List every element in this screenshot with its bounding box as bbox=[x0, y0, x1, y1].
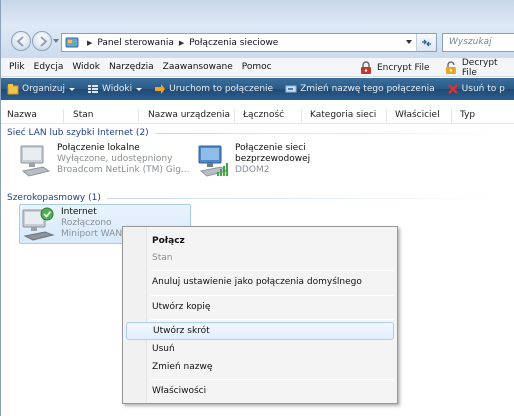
rename-connection-label: Zmień nazwę tego połączenia bbox=[300, 84, 435, 94]
connection-device: DDOM2 bbox=[235, 165, 270, 175]
views-icon bbox=[88, 85, 98, 93]
connection-device: Broadcom NetLink (TM) Gig... bbox=[57, 165, 190, 175]
column-divider[interactable] bbox=[63, 109, 64, 123]
connection-name-line2: bezprzewodowej bbox=[235, 154, 311, 164]
connection-status: Wyłączone, udostępniony bbox=[57, 154, 173, 164]
column-header-connectivity[interactable]: Łączność bbox=[243, 110, 284, 120]
menu-item-rename[interactable]: Zmień nazwę bbox=[126, 358, 394, 376]
menu-item-status[interactable]: Stan bbox=[126, 249, 394, 267]
menu-item-create-copy[interactable]: Utwórz kopię bbox=[126, 298, 394, 316]
start-connection-label: Uruchom to połączenie bbox=[169, 84, 274, 94]
encrypt-file-button[interactable]: Encrypt File bbox=[359, 58, 430, 77]
views-label: Widoki bbox=[102, 84, 133, 94]
menu-item-delete[interactable]: Usuń bbox=[126, 340, 394, 358]
menu-bar: Plik Edycja Widok Narzędzia Zaawansowane… bbox=[1, 57, 514, 78]
column-divider[interactable] bbox=[301, 109, 302, 123]
chevron-down-icon bbox=[136, 87, 143, 91]
lock-icon bbox=[361, 60, 371, 74]
connection-name-line1: Połączenie sieci bbox=[235, 143, 306, 153]
column-headers: Nazwa Stan Nazwa urządzenia Łączność Kat… bbox=[1, 108, 514, 124]
refresh-button[interactable] bbox=[416, 34, 436, 51]
delete-connection-button[interactable]: Usuń to p bbox=[447, 83, 505, 95]
column-header-device-name[interactable]: Nazwa urządzenia bbox=[148, 110, 230, 120]
decrypt-file-button[interactable]: Decrypt File bbox=[444, 57, 514, 78]
menu-tools[interactable]: Narzędzia bbox=[109, 62, 154, 72]
rename-connection-button[interactable]: Zmień nazwę tego połączenia bbox=[285, 83, 435, 95]
refresh-icon bbox=[422, 39, 431, 46]
breadcrumb-control-panel[interactable]: Panel sterowania bbox=[97, 38, 174, 48]
group-title: Sieć LAN lub szybki Internet (2) bbox=[7, 128, 149, 138]
wireless-adapter-icon bbox=[195, 143, 231, 179]
column-divider[interactable] bbox=[386, 109, 387, 123]
network-adapter-icon bbox=[17, 143, 53, 179]
address-bar-area: ▶ Panel sterowania ▶ Połączenia sieciowe… bbox=[1, 0, 514, 58]
breadcrumb-network-connections[interactable]: Połączenia sieciowe bbox=[189, 38, 278, 48]
group-divider bbox=[154, 132, 507, 134]
menu-separator bbox=[151, 295, 394, 296]
forward-arrow-icon bbox=[40, 36, 48, 47]
menu-item-properties[interactable]: Właściwości bbox=[126, 382, 394, 400]
views-button[interactable]: Widoki bbox=[87, 83, 143, 95]
start-connection-button[interactable]: Uruchom to połączenie bbox=[154, 83, 273, 95]
connection-status: Rozłączono bbox=[61, 218, 112, 228]
column-header-type[interactable]: Typ bbox=[460, 110, 475, 120]
organize-label: Organizuj bbox=[22, 84, 65, 94]
menu-advanced[interactable]: Zaawansowane bbox=[163, 62, 233, 72]
menu-view[interactable]: Widok bbox=[72, 62, 100, 72]
explorer-window: ▶ Panel sterowania ▶ Połączenia sieciowe… bbox=[0, 0, 514, 416]
group-divider bbox=[106, 197, 507, 199]
broadband-connection-icon bbox=[21, 206, 57, 242]
connection-item-local[interactable]: Połączenie lokalne Wyłączone, udostępnio… bbox=[17, 143, 190, 179]
group-header-broadband[interactable]: Szerokopasmowy (1) bbox=[7, 193, 507, 203]
unlock-icon bbox=[445, 60, 456, 74]
organize-button[interactable]: Organizuj bbox=[7, 83, 75, 95]
back-button[interactable] bbox=[11, 31, 31, 51]
search-input[interactable]: Wyszukaj bbox=[442, 33, 514, 52]
connection-item-wireless[interactable]: Połączenie sieci bezprzewodowej DDOM2 bbox=[195, 143, 310, 179]
back-arrow-icon bbox=[16, 36, 24, 47]
recent-pages-dropdown[interactable] bbox=[53, 39, 59, 43]
menu-item-create-shortcut[interactable]: Utwórz skrót bbox=[126, 322, 394, 340]
connection-name: Połączenie lokalne bbox=[57, 143, 140, 153]
column-divider[interactable] bbox=[234, 109, 235, 123]
encrypt-file-label: Encrypt File bbox=[377, 62, 430, 73]
menu-separator bbox=[151, 270, 394, 271]
arrow-right-icon bbox=[155, 84, 166, 94]
column-header-network-category[interactable]: Kategoria sieci bbox=[310, 110, 376, 120]
chevron-down-icon bbox=[69, 87, 75, 91]
column-divider[interactable] bbox=[138, 109, 139, 123]
forward-button[interactable] bbox=[32, 31, 52, 51]
breadcrumb-separator-icon[interactable]: ▶ bbox=[179, 39, 184, 47]
delete-connection-label: Usuń to p bbox=[461, 84, 505, 94]
menu-help[interactable]: Pomoc bbox=[242, 62, 272, 72]
group-title: Szerokopasmowy (1) bbox=[7, 193, 101, 203]
menu-item-connect[interactable]: Połącz bbox=[126, 232, 394, 250]
address-dropdown-icon[interactable] bbox=[406, 40, 412, 44]
menu-separator bbox=[151, 319, 394, 320]
address-field[interactable]: ▶ Panel sterowania ▶ Połączenia sieciowe bbox=[61, 33, 437, 52]
breadcrumb-separator-icon[interactable]: ▶ bbox=[87, 39, 92, 47]
column-header-name[interactable]: Nazwa bbox=[7, 110, 37, 120]
column-header-status[interactable]: Stan bbox=[73, 110, 93, 120]
context-menu: Połącz Stan Anuluj ustawienie jako połąc… bbox=[122, 226, 398, 404]
column-header-owner[interactable]: Właściciel bbox=[395, 110, 440, 120]
connection-device: Miniport WAN bbox=[61, 229, 123, 239]
organize-icon bbox=[7, 84, 19, 95]
menu-edit[interactable]: Edycja bbox=[34, 62, 64, 72]
menu-item-cancel-default[interactable]: Anuluj ustawienie jako połączenia domyśl… bbox=[126, 273, 394, 291]
column-divider[interactable] bbox=[451, 109, 452, 123]
menu-separator bbox=[151, 379, 394, 380]
delete-x-icon bbox=[447, 84, 458, 94]
group-header-lan[interactable]: Sieć LAN lub szybki Internet (2) bbox=[7, 128, 507, 138]
rename-icon bbox=[285, 85, 297, 93]
menu-file[interactable]: Plik bbox=[9, 62, 25, 72]
connection-name: Internet bbox=[61, 207, 97, 217]
decrypt-file-label: Decrypt File bbox=[461, 57, 498, 78]
command-bar: Organizuj Widoki Uruchom to połączenie Z… bbox=[1, 78, 514, 100]
control-panel-icon bbox=[65, 37, 79, 48]
